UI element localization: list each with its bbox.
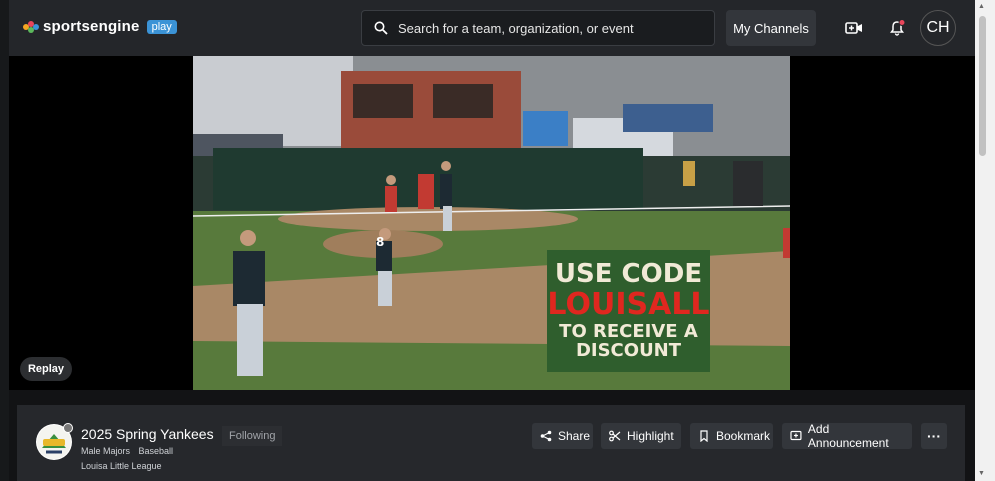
team-name[interactable]: 2025 Spring Yankees xyxy=(81,426,214,442)
replay-button[interactable]: Replay xyxy=(20,357,72,381)
notifications-button[interactable] xyxy=(885,16,909,40)
event-info-bar: 2025 Spring Yankees Following Male Major… xyxy=(17,405,965,481)
more-options-button[interactable]: ··· xyxy=(921,423,947,449)
highlight-button[interactable]: Highlight xyxy=(601,423,681,449)
search-placeholder: Search for a team, organization, or even… xyxy=(398,20,634,36)
video-frame[interactable]: 8 USE CODE LOUISALL TO RECEIVE A DISCOUN… xyxy=(193,56,790,390)
add-video-button[interactable] xyxy=(842,16,866,40)
search-icon xyxy=(374,21,388,35)
promo-code-ad: USE CODE LOUISALL TO RECEIVE A DISCOUNT xyxy=(547,250,710,372)
player-jersey-number: 8 xyxy=(376,235,384,249)
scroll-up-icon[interactable]: ▲ xyxy=(978,3,985,10)
announcement-icon xyxy=(790,430,802,441)
scissors-icon xyxy=(609,430,621,442)
bookmark-label: Bookmark xyxy=(716,429,771,443)
ad-line-4: DISCOUNT xyxy=(575,339,682,361)
following-button[interactable]: Following xyxy=(222,426,283,446)
highlight-label: Highlight xyxy=(627,429,674,443)
sportsengine-logo[interactable]: sportsengine play xyxy=(23,18,177,35)
search-input[interactable]: Search for a team, organization, or even… xyxy=(361,10,715,46)
division-label: Male Majors xyxy=(81,446,131,456)
scroll-thumb[interactable] xyxy=(979,16,986,156)
top-bar: sportsengine play Search for a team, org… xyxy=(9,0,975,56)
video-add-icon xyxy=(845,22,862,34)
verified-badge-icon xyxy=(63,423,73,433)
page-scrollbar[interactable]: ▲ ▼ xyxy=(975,0,995,481)
bell-icon xyxy=(890,19,906,36)
add-announcement-button[interactable]: Add Announcement xyxy=(782,422,912,450)
share-icon xyxy=(540,430,552,442)
ad-promo-code: LOUISALL xyxy=(547,286,710,322)
logo-badge: play xyxy=(146,19,177,34)
logo-text: sportsengine xyxy=(43,18,140,35)
bookmark-button[interactable]: Bookmark xyxy=(690,423,773,449)
add-announcement-label: Add Announcement xyxy=(807,422,889,450)
scroll-down-icon[interactable]: ▼ xyxy=(978,470,985,477)
ellipsis-icon: ··· xyxy=(927,428,941,444)
app-root: sportsengine play Search for a team, org… xyxy=(0,0,995,481)
user-avatar[interactable]: CH xyxy=(920,10,956,46)
my-channels-button[interactable]: My Channels xyxy=(726,10,816,46)
video-player[interactable]: 8 USE CODE LOUISALL TO RECEIVE A DISCOUN… xyxy=(9,56,975,390)
team-meta-division: Male Majors Baseball xyxy=(81,446,173,456)
league-name[interactable]: Louisa Little League xyxy=(81,461,162,471)
bookmark-icon xyxy=(700,430,708,442)
share-label: Share xyxy=(558,429,591,443)
sport-label: Baseball xyxy=(138,446,174,456)
peacock-icon xyxy=(23,20,39,33)
share-button[interactable]: Share xyxy=(532,423,593,449)
ad-line-1: USE CODE xyxy=(554,259,703,290)
